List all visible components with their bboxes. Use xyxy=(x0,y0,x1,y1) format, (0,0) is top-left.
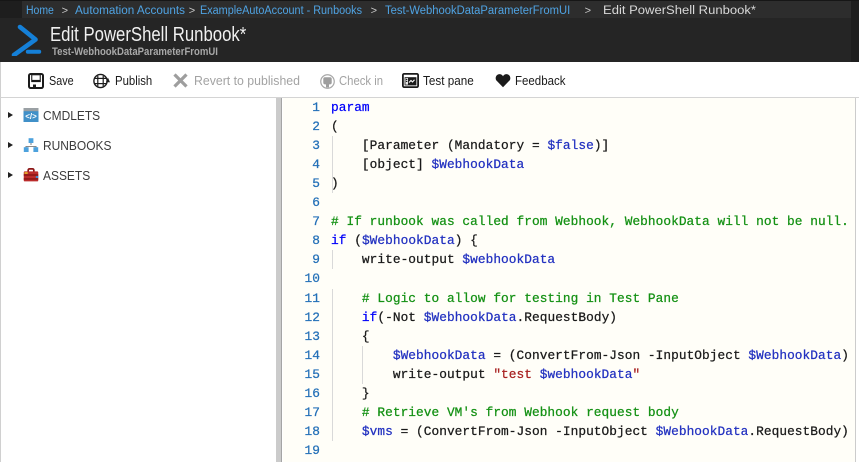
svg-text:</>: </> xyxy=(25,112,37,121)
